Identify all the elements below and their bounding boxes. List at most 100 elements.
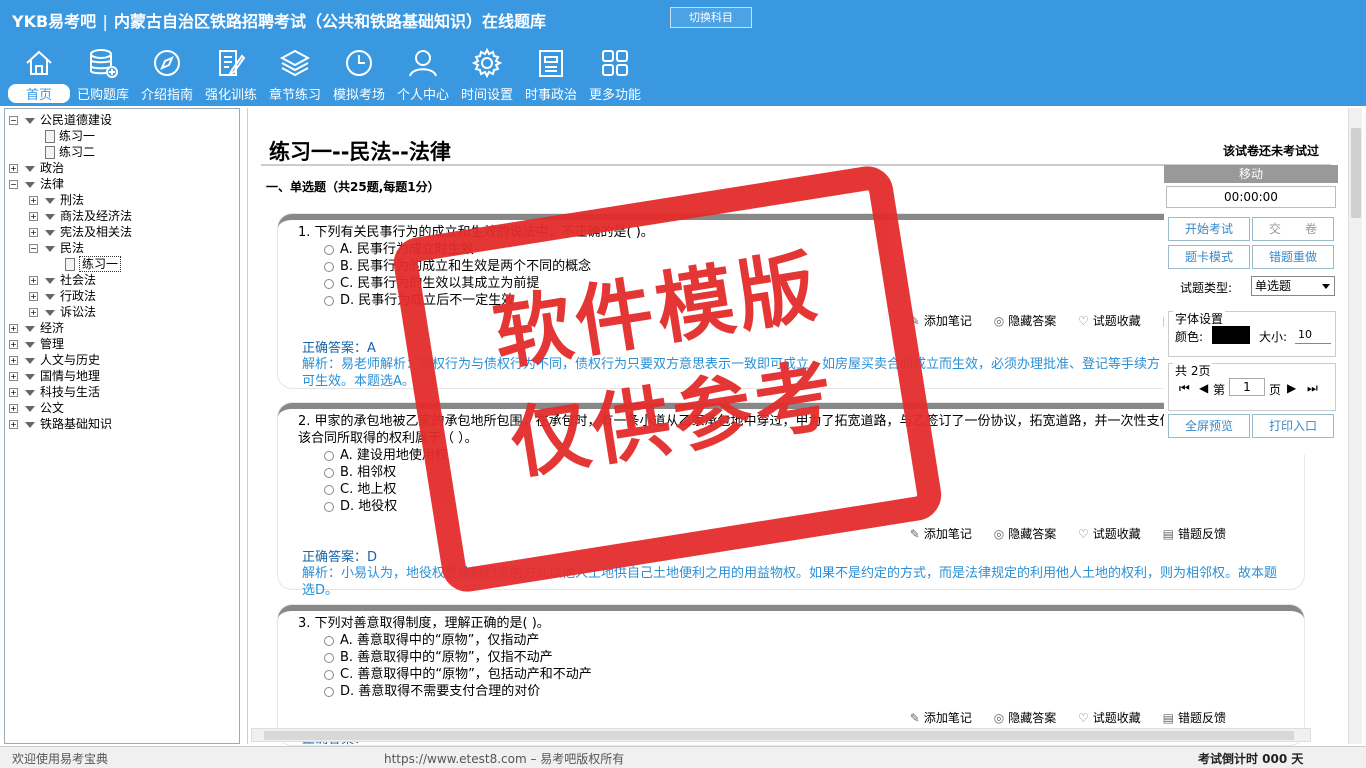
nav-home[interactable]: 首页 — [8, 46, 70, 104]
tree-node[interactable]: + 人文与历史 — [9, 352, 100, 368]
scroll-thumb[interactable] — [1351, 128, 1361, 218]
expand-icon[interactable]: + — [29, 308, 38, 317]
radio-icon[interactable] — [324, 484, 334, 495]
tree-node[interactable]: + 铁路基础知识 — [9, 416, 112, 432]
nav-guide[interactable]: 介绍指南 — [138, 46, 196, 104]
expand-icon[interactable]: + — [29, 212, 38, 221]
option[interactable]: B. 善意取得中的“原物”，仅指不动产 — [298, 649, 1290, 666]
favorite-button[interactable]: ♡ 试题收藏 — [1078, 312, 1141, 329]
option[interactable]: A. 善意取得中的“原物”，仅指动产 — [298, 632, 1290, 649]
favorite-button[interactable]: ♡ 试题收藏 — [1078, 525, 1141, 542]
tree-node[interactable]: + 政治 — [9, 160, 64, 176]
radio-icon[interactable] — [324, 669, 334, 680]
submit-button[interactable]: 交 卷 — [1252, 217, 1334, 241]
hide-answer-button[interactable]: ◎ 隐藏答案 — [994, 525, 1057, 542]
hide-answer-button[interactable]: ◎ 隐藏答案 — [994, 312, 1057, 329]
question-type-select[interactable]: 单选题 — [1251, 276, 1335, 296]
radio-icon[interactable] — [324, 244, 334, 255]
color-swatch[interactable] — [1212, 326, 1250, 344]
tree-node[interactable]: − 民法 — [29, 240, 84, 256]
switch-subject-button[interactable]: 切换科目 — [670, 7, 752, 28]
nav-training[interactable]: 强化训练 — [202, 46, 260, 104]
radio-icon[interactable] — [324, 295, 334, 306]
feedback-button[interactable]: ▤错题反馈 — [1163, 709, 1226, 726]
heart-icon: ♡ — [1078, 314, 1089, 328]
tree-node[interactable]: + 国情与地理 — [9, 368, 100, 384]
prev-page-icon[interactable]: ◀ — [1199, 381, 1208, 395]
nav-exam[interactable]: 模拟考场 — [330, 46, 388, 104]
radio-icon[interactable] — [324, 501, 334, 512]
add-note-button[interactable]: ✎ 添加笔记 — [910, 525, 972, 542]
nav-more[interactable]: 更多功能 — [586, 46, 644, 104]
radio-icon[interactable] — [324, 686, 334, 697]
print-button[interactable]: 打印入口 — [1252, 414, 1334, 438]
scroll-thumb[interactable] — [264, 731, 1294, 740]
expand-icon[interactable]: + — [9, 388, 18, 397]
tree-node[interactable]: + 刑法 — [29, 192, 84, 208]
expand-icon[interactable]: + — [9, 372, 18, 381]
tree-node[interactable]: + 行政法 — [29, 288, 96, 304]
radio-icon[interactable] — [324, 635, 334, 646]
expand-icon[interactable]: + — [29, 276, 38, 285]
page-count-label: 共 2页 — [1173, 362, 1213, 379]
tree-node[interactable]: + 经济 — [9, 320, 64, 336]
font-size-input[interactable]: 10 — [1295, 326, 1331, 344]
expand-icon[interactable]: + — [9, 340, 18, 349]
start-exam-button[interactable]: 开始考试 — [1168, 217, 1250, 241]
expand-icon[interactable]: + — [9, 164, 18, 173]
expand-icon[interactable]: + — [9, 356, 18, 365]
tree-node[interactable]: − 公民道德建设 — [9, 112, 112, 128]
tree-node[interactable]: + 商法及经济法 — [29, 208, 132, 224]
add-note-button[interactable]: ✎ 添加笔记 — [910, 709, 972, 726]
favorite-button[interactable]: ♡ 试题收藏 — [1078, 709, 1141, 726]
tree-node-selected[interactable]: 练习一 — [65, 256, 122, 272]
expand-icon[interactable]: + — [29, 292, 38, 301]
nav-profile[interactable]: 个人中心 — [394, 46, 452, 104]
collapse-icon[interactable]: − — [9, 180, 18, 189]
feedback-button[interactable]: ▤错题反馈 — [1163, 525, 1226, 542]
tree-node[interactable]: + 宪法及相关法 — [29, 224, 132, 240]
folder-icon — [25, 165, 35, 172]
radio-icon[interactable] — [324, 278, 334, 289]
vertical-scrollbar[interactable] — [1348, 108, 1362, 744]
tree-node[interactable]: 练习一 — [45, 128, 95, 144]
expand-icon[interactable]: + — [9, 324, 18, 333]
nav-news[interactable]: 时事政治 — [522, 46, 580, 104]
first-page-icon[interactable]: ⏮ — [1179, 381, 1190, 396]
expand-icon[interactable]: + — [29, 196, 38, 205]
expand-icon[interactable]: + — [29, 228, 38, 237]
expand-icon[interactable]: + — [9, 420, 18, 429]
tree-node[interactable]: 练习二 — [45, 144, 95, 160]
tree-node[interactable]: + 诉讼法 — [29, 304, 96, 320]
collapse-icon[interactable]: − — [29, 244, 38, 253]
next-page-icon[interactable]: ▶ — [1287, 381, 1296, 395]
page-input[interactable]: 1 — [1229, 378, 1265, 396]
hide-answer-button[interactable]: ◎ 隐藏答案 — [994, 709, 1057, 726]
nav-time-settings[interactable]: 时间设置 — [458, 46, 516, 104]
folder-icon — [45, 213, 55, 220]
radio-icon[interactable] — [324, 450, 334, 461]
eye-off-icon: ◎ — [993, 314, 1005, 328]
option[interactable]: D. 善意取得不需要支付合理的对价 — [298, 683, 1290, 700]
radio-icon[interactable] — [324, 261, 334, 272]
nav-purchased[interactable]: 已购题库 — [74, 46, 132, 104]
fullscreen-button[interactable]: 全屏预览 — [1168, 414, 1250, 438]
redo-wrong-button[interactable]: 错题重做 — [1252, 245, 1334, 269]
card-mode-button[interactable]: 题卡模式 — [1168, 245, 1250, 269]
horizontal-scrollbar[interactable] — [251, 728, 1311, 742]
tree-node[interactable]: + 社会法 — [29, 272, 96, 288]
status-copyright: https://www.etest8.com – 易考吧版权所有 — [384, 752, 625, 766]
radio-icon[interactable] — [324, 652, 334, 663]
expand-icon[interactable]: + — [9, 404, 18, 413]
tree-node[interactable]: + 公文 — [9, 400, 64, 416]
tree-node[interactable]: − 法律 — [9, 176, 64, 192]
option[interactable]: C. 善意取得中的“原物”，包括动产和不动产 — [298, 666, 1290, 683]
tree-node[interactable]: + 科技与生活 — [9, 384, 100, 400]
move-handle[interactable]: 移动 — [1164, 165, 1338, 183]
nav-chapters[interactable]: 章节练习 — [266, 46, 324, 104]
tree-node[interactable]: + 管理 — [9, 336, 64, 352]
radio-icon[interactable] — [324, 467, 334, 478]
collapse-icon[interactable]: − — [9, 116, 18, 125]
last-page-icon[interactable]: ⏭ — [1307, 381, 1318, 396]
add-note-button[interactable]: ✎ 添加笔记 — [910, 312, 972, 329]
